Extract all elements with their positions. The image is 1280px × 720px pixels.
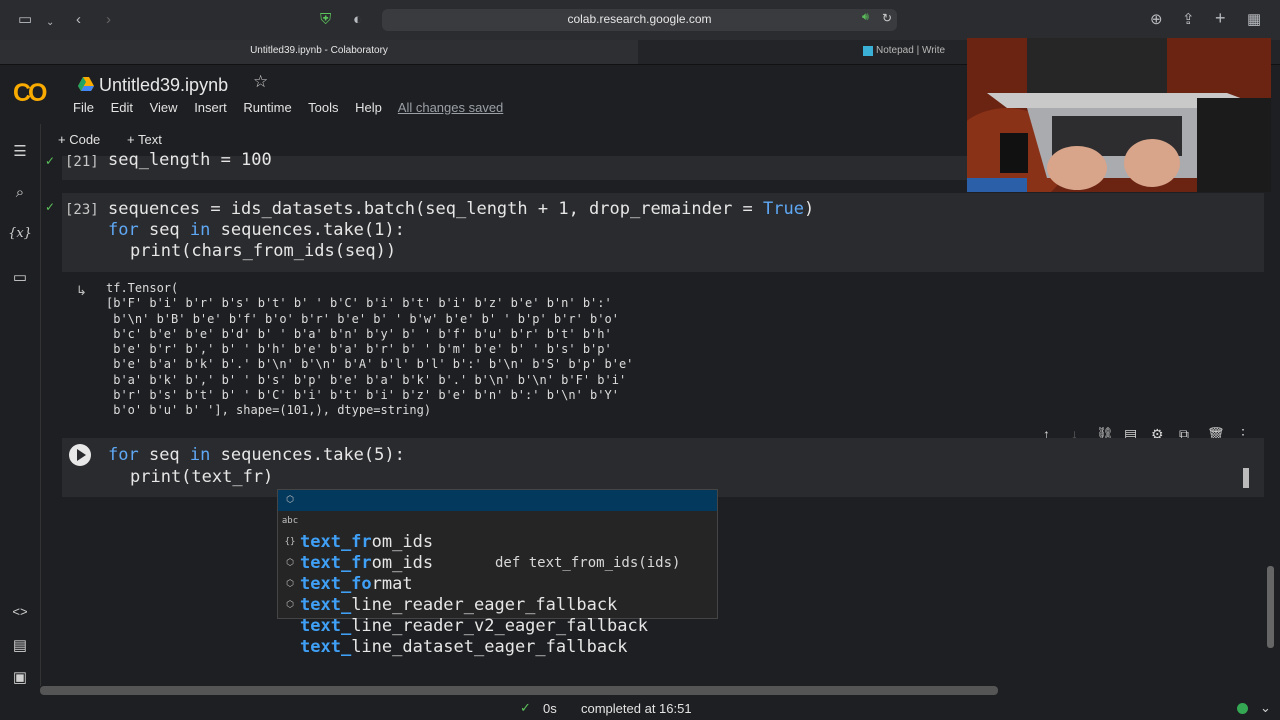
runtime-status-icon[interactable] xyxy=(1237,703,1248,714)
code-line: for seq in sequences.take(1): xyxy=(108,220,405,241)
output-icon[interactable]: ↳ xyxy=(76,283,87,299)
forward-icon[interactable]: › xyxy=(106,10,111,30)
colab-logo[interactable]: CO xyxy=(13,79,47,108)
notepad-favicon xyxy=(863,46,873,56)
autocomplete-item[interactable]: ⬡ text_from_ids def text_from_ids(ids) xyxy=(278,490,717,571)
command-palette-icon[interactable]: ▤ xyxy=(0,636,40,654)
code-cell[interactable]: [23] sequences = ids_datasets.batch(seq_… xyxy=(62,193,1264,272)
url-text: colab.research.google.com xyxy=(567,12,712,26)
files-icon[interactable]: ▭ xyxy=(0,268,40,286)
horizontal-scrollbar[interactable] xyxy=(40,686,998,695)
menu-insert[interactable]: Insert xyxy=(194,100,227,115)
menu-edit[interactable]: Edit xyxy=(111,100,133,115)
terminal-icon[interactable]: ▣ xyxy=(0,668,40,686)
menu-runtime[interactable]: Runtime xyxy=(243,100,291,115)
autocomplete-item[interactable]: ⬡ text_line_reader_eager_fallback xyxy=(278,553,717,615)
tab-title: Notepad | Write xyxy=(876,45,946,56)
new-tab-icon[interactable]: + xyxy=(1215,8,1226,28)
autocomplete-item[interactable]: ⬡ text_line_dataset_eager_fallback xyxy=(278,595,717,657)
tab-overview-icon[interactable]: ▦ xyxy=(1247,10,1261,30)
address-bar[interactable]: colab.research.google.com 🔊︎ ↻ xyxy=(382,9,897,31)
autocomplete-item[interactable]: ⬡ text_line_reader_v2_eager_fallback xyxy=(278,574,717,636)
code-line: print(chars_from_ids(seq)) xyxy=(130,241,397,261)
autocomplete-item[interactable]: abc text_from_ids xyxy=(278,511,717,573)
code-keyword: True xyxy=(763,199,804,219)
rest-text: line_reader_v2_eager_fallback xyxy=(351,616,648,636)
cell-success-icon: ✓ xyxy=(45,200,56,214)
variable-icon: abc xyxy=(281,516,299,526)
save-status[interactable]: All changes saved xyxy=(398,100,504,115)
execution-status: completed at 16:51 xyxy=(581,701,692,716)
method-icon: ⬡ xyxy=(286,495,294,505)
left-rail: ☰ ⌕ {x} ▭ <> ▤ ▣ xyxy=(0,124,41,686)
code-line: sequences = ids_datasets.batch(seq_lengt… xyxy=(108,199,814,220)
tab-title: Untitled39.ipynb - Colaboratory xyxy=(250,45,388,56)
drive-icon xyxy=(78,77,94,91)
code-text: seq xyxy=(138,445,190,465)
sidebar-toggle-icon[interactable]: ▭ xyxy=(18,10,32,30)
code-text: ) xyxy=(803,199,815,219)
code-snippets-icon[interactable]: <> xyxy=(0,604,40,619)
browser-toolbar: ▭ ⌄ ‹ › ⛨ ◐ colab.research.google.com 🔊︎… xyxy=(0,0,1280,40)
autocomplete-item[interactable]: {} text_format xyxy=(278,532,717,594)
code-line-editing[interactable]: print(text_fr) xyxy=(130,467,273,488)
rest-text: line_dataset_eager_fallback xyxy=(351,637,628,657)
cell-success-icon: ✓ xyxy=(45,154,56,168)
audio-icon[interactable]: 🔊︎ xyxy=(862,11,869,24)
code-text: sequences = ids_datasets.batch(seq_lengt… xyxy=(108,199,764,219)
code-line: for seq in sequences.take(5): xyxy=(108,445,405,466)
match-text: text_ xyxy=(300,637,352,657)
notebook-title[interactable]: Untitled39.ipynb xyxy=(99,75,228,96)
code-keyword: for xyxy=(108,220,139,240)
menu-tools[interactable]: Tools xyxy=(308,100,338,115)
method-icon: ⬡ xyxy=(286,600,294,610)
variables-icon[interactable]: {x} xyxy=(0,226,40,241)
table-of-contents-icon[interactable]: ☰ xyxy=(0,142,40,160)
share-icon[interactable]: ⇪ xyxy=(1182,10,1195,30)
editor-scrollbar[interactable] xyxy=(1243,468,1249,488)
add-text-button[interactable]: + Text xyxy=(127,132,162,147)
code-text: sequences.take(5): xyxy=(210,445,405,465)
shield-icon[interactable]: ⛨ xyxy=(320,10,331,30)
menu-bar: File Edit View Insert Runtime Tools Help… xyxy=(73,100,516,115)
tab-colab[interactable]: Untitled39.ipynb - Colaboratory xyxy=(0,40,638,64)
module-icon: {} xyxy=(284,537,296,547)
search-icon[interactable]: ⌕ xyxy=(0,184,40,201)
download-icon[interactable]: ⊕ xyxy=(1150,10,1163,30)
code-text: seq xyxy=(138,220,190,240)
execution-duration: 0s xyxy=(543,701,557,716)
menu-help[interactable]: Help xyxy=(355,100,382,115)
menu-view[interactable]: View xyxy=(150,100,178,115)
run-cell-button[interactable] xyxy=(69,444,91,466)
privacy-icon[interactable]: ◐ xyxy=(353,10,362,30)
back-icon[interactable]: ‹ xyxy=(76,10,81,30)
add-code-button[interactable]: + Code xyxy=(58,132,100,147)
webcam-image xyxy=(967,38,1271,192)
chevron-down-icon[interactable]: ⌄ xyxy=(46,13,54,33)
status-bar: ✓ 0s completed at 16:51 ⌄ xyxy=(0,698,1280,720)
reload-icon[interactable]: ↻ xyxy=(882,11,892,25)
code-line: seq_length = 100 xyxy=(108,150,272,170)
status-check-icon: ✓ xyxy=(520,700,531,715)
code-keyword: in xyxy=(189,445,211,465)
method-icon: ⬡ xyxy=(286,579,294,589)
code-text: sequences.take(1): xyxy=(210,220,405,240)
autocomplete-popup: ⬡ text_from_ids def text_from_ids(ids) a… xyxy=(277,489,718,657)
menu-file[interactable]: File xyxy=(73,100,94,115)
webcam-overlay xyxy=(967,38,1271,192)
code-keyword: for xyxy=(108,445,139,465)
chevron-down-icon[interactable]: ⌄ xyxy=(1260,700,1271,716)
execution-count: [21] xyxy=(65,154,99,170)
code-keyword: in xyxy=(189,220,211,240)
cell-output: tf.Tensor( [b'F' b'i' b'r' b's' b't' b' … xyxy=(106,281,634,418)
vertical-scrollbar[interactable] xyxy=(1267,566,1274,648)
execution-count: [23] xyxy=(65,202,99,218)
star-icon[interactable]: ☆ xyxy=(253,72,268,92)
method-icon: ⬡ xyxy=(286,558,294,568)
